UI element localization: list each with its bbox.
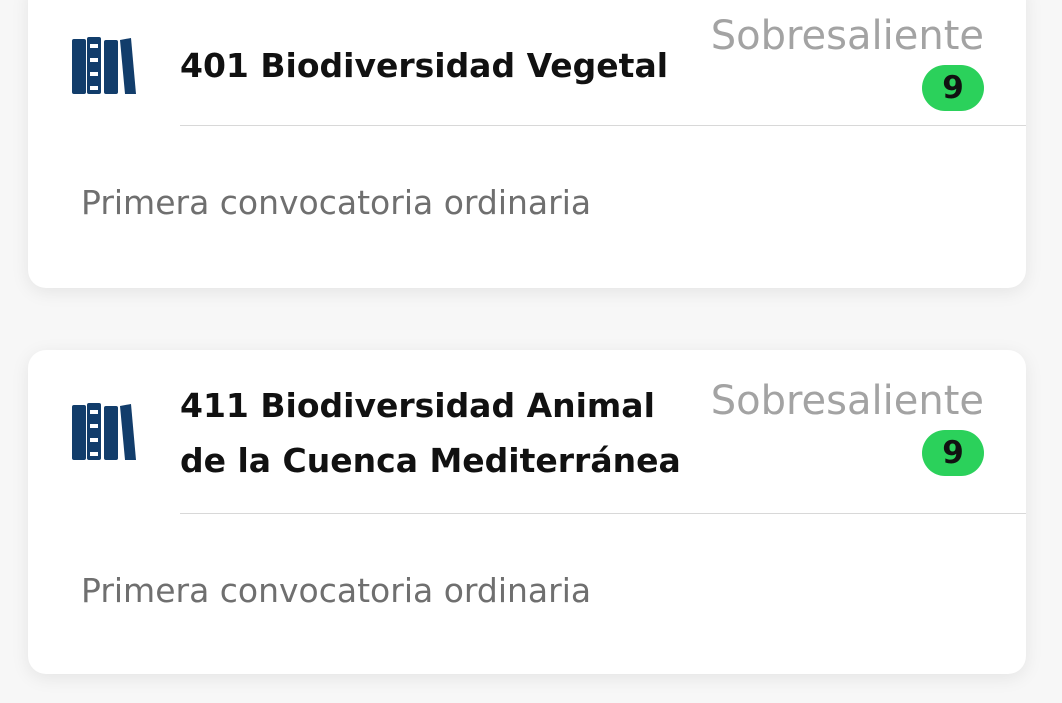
card-divider [180,125,1026,126]
book-shelf-icon [72,402,136,462]
course-card[interactable]: 411 Biodiversidad Animal de la Cuenca Me… [28,350,1026,674]
course-title: 401 Biodiversidad Vegetal [180,46,669,85]
exam-session: Primera convocatoria ordinaria [81,183,592,222]
exam-session: Primera convocatoria ordinaria [81,571,592,610]
grade-label: Sobresaliente [710,378,984,424]
grade-badge: 9 [922,65,984,111]
grade-badge: 9 [922,430,984,476]
course-title: 411 Biodiversidad Animal de la Cuenca Me… [180,386,681,480]
card-divider [180,513,1026,514]
grade-label: Sobresaliente [710,13,984,59]
course-card[interactable]: 401 Biodiversidad Vegetal Sobresaliente … [28,0,1026,288]
book-shelf-icon [72,36,136,96]
